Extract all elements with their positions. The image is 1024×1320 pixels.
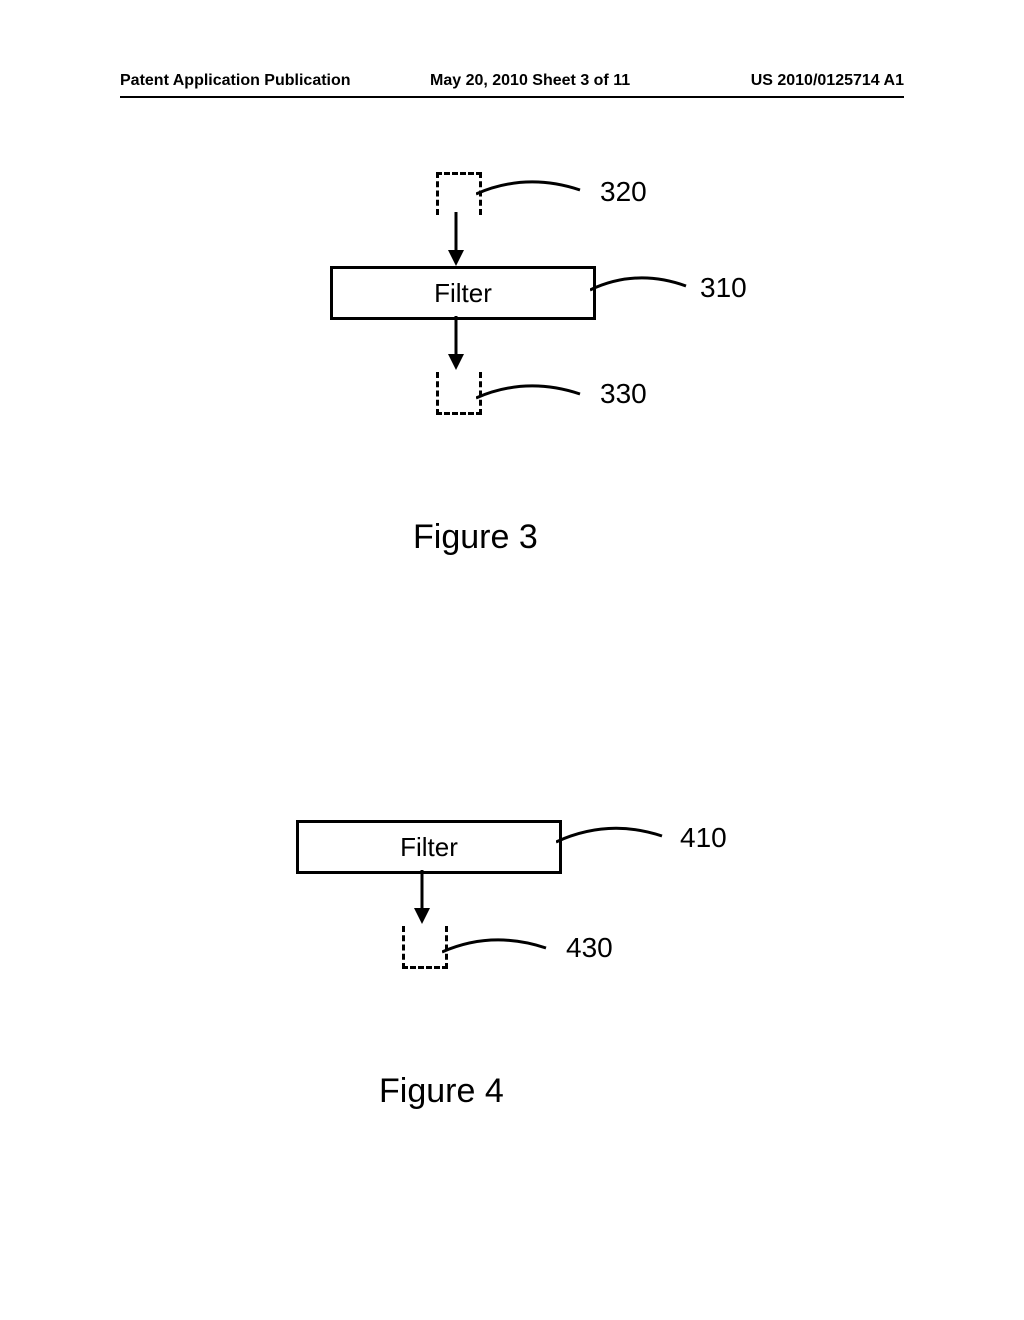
header-rule — [120, 96, 904, 98]
fig3-arrow-bottom — [448, 316, 468, 372]
fig3-arrow-top — [448, 212, 468, 268]
fig3-filter-label: Filter — [434, 278, 492, 309]
fig4-filter-box: Filter — [296, 820, 562, 874]
fig3-caption: Figure 3 — [413, 518, 538, 557]
fig4-leader-410 — [556, 824, 666, 854]
fig3-filter-box: Filter — [330, 266, 596, 320]
page-root: Patent Application Publication May 20, 2… — [0, 0, 1024, 1320]
fig4-ref-410: 410 — [680, 822, 727, 854]
fig4-filter-label: Filter — [400, 832, 458, 863]
header-right: US 2010/0125714 A1 — [751, 72, 904, 90]
fig3-input-box — [436, 172, 482, 215]
fig3-ref-330: 330 — [600, 378, 647, 410]
fig4-arrow-bottom — [414, 870, 434, 926]
fig3-ref-310: 310 — [700, 272, 747, 304]
header-left: Patent Application Publication — [120, 72, 351, 90]
fig3-ref-320: 320 — [600, 176, 647, 208]
fig3-leader-310 — [590, 272, 690, 302]
fig3-leader-320 — [476, 178, 586, 208]
fig4-ref-430: 430 — [566, 932, 613, 964]
fig4-caption: Figure 4 — [379, 1072, 504, 1111]
fig4-leader-430 — [442, 936, 552, 966]
header-mid: May 20, 2010 Sheet 3 of 11 — [430, 72, 630, 90]
fig3-leader-330 — [476, 382, 586, 412]
fig4-output-box — [402, 926, 448, 969]
fig3-output-box — [436, 372, 482, 415]
